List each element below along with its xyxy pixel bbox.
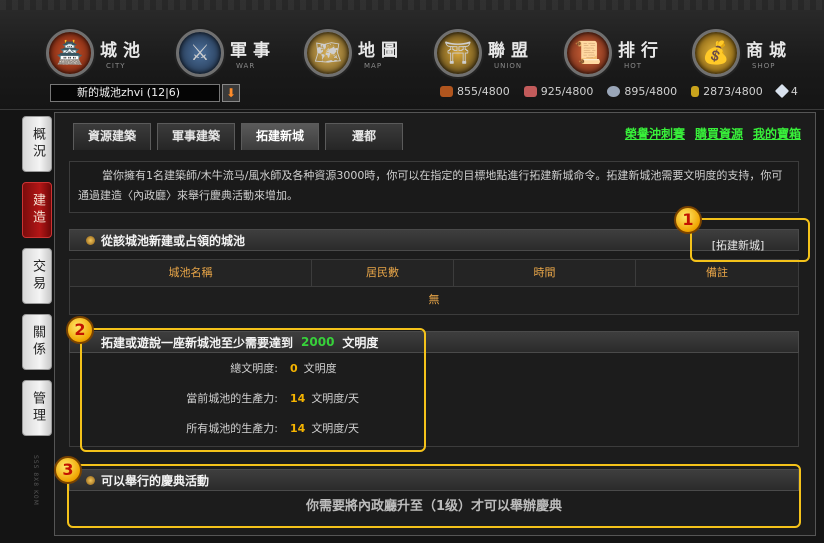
grain-icon	[691, 85, 700, 97]
link-buy-resources[interactable]: 購買資源	[695, 125, 743, 142]
nav-sublabel: UNION	[494, 62, 523, 70]
cities-table: 城池名稱 居民數 時間 備註 無	[69, 259, 799, 315]
resource-wood: 855/4800	[440, 85, 510, 98]
tutorial-badge-3: 3	[54, 456, 82, 484]
tutorial-badge-1: 1	[674, 206, 702, 234]
download-arrow-icon: ⬇	[225, 86, 237, 100]
section-title: 從該城池新建或占領的城池	[101, 233, 246, 248]
table-header: 城池名稱 居民數 時間 備註	[69, 259, 799, 287]
resource-value: 855/4800	[457, 84, 510, 98]
top-links: 榮譽沖刺賽 購買資源 我的寶箱	[615, 125, 801, 142]
side-tab-bar: 概況 建造 交易 關係 管理	[22, 116, 52, 446]
column-header: 居民數	[312, 260, 454, 286]
link-my-chests[interactable]: 我的寶箱	[753, 125, 801, 142]
nav-sublabel: WAR	[236, 62, 256, 70]
column-header: 時間	[454, 260, 636, 286]
highlight-box-2	[80, 328, 426, 452]
union-icon: ⛩	[434, 29, 482, 77]
tutorial-badge-2: 2	[66, 316, 94, 344]
nav-sublabel: HOT	[624, 62, 643, 70]
nav-sublabel: MAP	[364, 62, 383, 70]
nav-sublabel: CITY	[106, 62, 126, 70]
resource-gem: 4	[774, 83, 798, 99]
side-tab-relations[interactable]: 關係	[22, 314, 52, 370]
city-selector[interactable]: 新的城池zhvi (12|6)	[50, 84, 220, 102]
column-header: 備註	[706, 266, 728, 279]
resource-value: 4	[790, 84, 798, 98]
resource-value: 2873/4800	[703, 84, 763, 98]
nav-city[interactable]: 🏯 城池 CITY	[46, 28, 166, 78]
stone-icon	[607, 85, 621, 97]
highlight-box-3	[67, 464, 801, 528]
nav-shop[interactable]: 💰 商城 SHOP	[692, 28, 812, 78]
nav-label: 商城	[746, 41, 792, 61]
nav-label: 聯盟	[488, 41, 534, 61]
resource-bar: 855/4800 925/4800 895/4800 2873/4800 4	[440, 82, 812, 100]
gem-icon	[774, 83, 789, 99]
table-empty-row: 無	[69, 287, 799, 315]
meat-icon	[523, 85, 537, 97]
column-header: 城池名稱	[70, 260, 312, 286]
map-icon: 🗺	[304, 29, 352, 77]
side-tab-overview[interactable]: 概況	[22, 116, 52, 172]
side-tab-trade[interactable]: 交易	[22, 248, 52, 304]
vertical-logo: SSS 8X8 K0M	[32, 455, 39, 506]
nav-rank[interactable]: 📜 排行 HOT	[564, 28, 684, 78]
resource-value: 925/4800	[540, 84, 594, 98]
shop-icon: 💰	[692, 29, 740, 77]
city-icon: 🏯	[46, 29, 94, 77]
main-nav: 🏯 城池 CITY ⚔ 軍事 WAR 🗺 地圖 MAP ⛩ 聯盟 UNION 📜 排行 H…	[46, 28, 816, 78]
nav-war[interactable]: ⚔ 軍事 WAR	[176, 28, 296, 78]
resource-grain: 2873/4800	[691, 85, 763, 98]
resource-value: 895/4800	[624, 84, 678, 98]
war-icon: ⚔	[176, 29, 224, 77]
tab-resource-buildings[interactable]: 資源建築	[73, 123, 151, 150]
nav-label: 地圖	[358, 41, 404, 61]
side-tab-manage[interactable]: 管理	[22, 380, 52, 436]
city-dropdown-button[interactable]: ⬇	[222, 84, 240, 102]
nav-sublabel: SHOP	[752, 62, 776, 70]
side-tab-build[interactable]: 建造	[22, 182, 52, 238]
resource-meat: 925/4800	[523, 84, 594, 98]
nav-label: 軍事	[230, 41, 276, 61]
tab-military-buildings[interactable]: 軍事建築	[157, 123, 235, 150]
tab-relocate-capital[interactable]: 遷都	[325, 123, 403, 150]
nav-label: 城池	[100, 41, 146, 61]
tab-new-city[interactable]: 拓建新城	[241, 123, 319, 150]
link-honor-sprint[interactable]: 榮譽沖刺賽	[625, 125, 685, 142]
build-tabs: 資源建築 軍事建築 拓建新城 遷都	[73, 123, 409, 150]
nav-union[interactable]: ⛩ 聯盟 UNION	[434, 28, 554, 78]
top-navigation-bar: 🏯 城池 CITY ⚔ 軍事 WAR 🗺 地圖 MAP ⛩ 聯盟 UNION 📜 排行 H…	[0, 0, 824, 110]
nav-map[interactable]: 🗺 地圖 MAP	[304, 28, 424, 78]
wood-icon	[440, 85, 453, 97]
nav-label: 排行	[618, 41, 664, 61]
bullet-icon	[86, 235, 95, 245]
resource-stone: 895/4800	[607, 85, 677, 98]
rank-icon: 📜	[564, 29, 612, 77]
highlight-box-1	[690, 218, 810, 262]
